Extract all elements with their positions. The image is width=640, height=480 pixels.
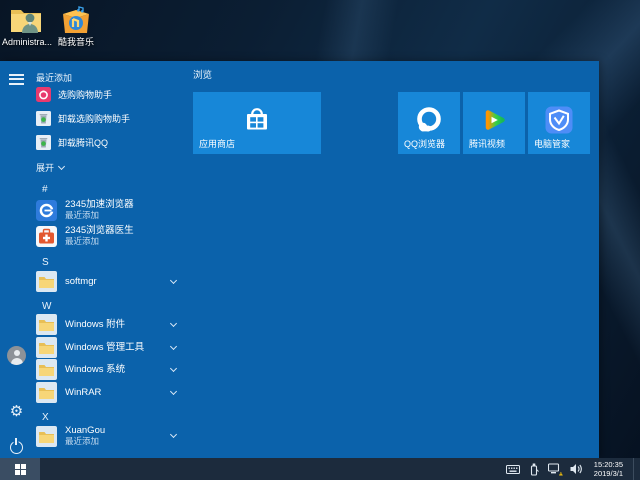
- settings-button[interactable]: ⚙: [6, 401, 27, 422]
- uninstall-trash-icon: [36, 110, 51, 126]
- folder-icon: [36, 314, 57, 335]
- shopping-bag-icon: [36, 86, 51, 102]
- chevron-down-icon[interactable]: [169, 342, 178, 350]
- usb-device-icon[interactable]: [527, 461, 542, 477]
- desktop-icon-label: 酷我音乐: [57, 37, 94, 47]
- tencent-video-icon: [485, 110, 505, 130]
- avatar-icon: [7, 346, 26, 365]
- first-aid-kit-icon: [36, 225, 57, 247]
- show-desktop-button[interactable]: [633, 458, 638, 480]
- tile-group-header: 浏览: [193, 70, 213, 81]
- clock-date: 2019/3/1: [593, 469, 623, 478]
- user-folder-icon: [11, 10, 41, 33]
- folder-icon: [36, 382, 57, 403]
- start-button[interactable]: [0, 458, 40, 480]
- desktop-icon-administrator[interactable]: Administra...: [2, 5, 53, 47]
- folder-icon: [36, 425, 57, 447]
- kuwo-music-icon: [63, 6, 89, 33]
- chevron-down-icon[interactable]: [169, 319, 178, 327]
- system-tray: 15:20:35 2019/3/1: [506, 458, 640, 480]
- folder-icon: [36, 337, 57, 358]
- tile-app-store[interactable]: 应用商店: [193, 92, 321, 154]
- recent-item-label: 选购购物助手: [58, 89, 113, 100]
- recent-item-uninstall-qq[interactable]: 卸载腾讯QQ: [36, 134, 186, 150]
- uninstall-trash-icon: [36, 134, 51, 150]
- desktop-icon-label: Administra...: [2, 37, 53, 47]
- section-letter[interactable]: #: [42, 184, 48, 195]
- recent-item-label: 卸载腾讯QQ: [58, 137, 109, 148]
- chevron-down-icon[interactable]: [169, 276, 178, 284]
- tile-pc-manager[interactable]: 电脑管家: [528, 92, 590, 154]
- chevron-down-icon[interactable]: [169, 387, 178, 395]
- hamburger-menu-icon[interactable]: [9, 74, 24, 85]
- volume-icon[interactable]: [569, 461, 584, 477]
- app-item-winrar[interactable]: WinRAR: [36, 382, 186, 403]
- app-item-windows-admin-tools[interactable]: Windows 管理工具: [36, 337, 186, 358]
- app-item-windows-system[interactable]: Windows 系统: [36, 359, 186, 380]
- start-menu-rail: ⚙: [0, 61, 33, 458]
- app-item-softmgr[interactable]: softmgr: [36, 271, 186, 292]
- pc-manager-shield-icon: [545, 106, 573, 134]
- store-icon: [247, 108, 267, 130]
- app-item-windows-accessories[interactable]: Windows 附件: [36, 314, 186, 335]
- user-account-button[interactable]: [6, 345, 27, 366]
- app-item-2345-doctor[interactable]: 2345浏览器医生 最近添加: [36, 225, 186, 247]
- recent-item-uninstall-shopping[interactable]: 卸载选购购物助手: [36, 110, 186, 126]
- folder-icon: [36, 271, 57, 292]
- clock-time: 15:20:35: [593, 460, 623, 469]
- gear-icon: ⚙: [9, 403, 24, 420]
- app-item-2345-browser[interactable]: 2345加速浏览器 最近添加: [36, 199, 186, 221]
- section-letter[interactable]: X: [42, 412, 49, 423]
- power-icon: [10, 438, 23, 454]
- tile-tencent-video[interactable]: 腾讯视频: [463, 92, 525, 154]
- touch-keyboard-icon[interactable]: [506, 461, 521, 477]
- recent-item-shopping-assistant[interactable]: 选购购物助手: [36, 86, 186, 102]
- app-list: 最近添加 选购购物助手 卸载选购购物助手 卸载腾讯QQ 展开 # 2345加速浏…: [33, 61, 189, 458]
- windows-logo-icon: [14, 463, 26, 475]
- taskbar: 15:20:35 2019/3/1: [0, 458, 640, 480]
- desktop-icon-kuwo-music[interactable]: 酷我音乐: [52, 5, 100, 47]
- app-item-xuangou[interactable]: XuanGou 最近添加: [36, 425, 186, 447]
- qq-browser-icon: [417, 107, 441, 132]
- taskbar-clock[interactable]: 15:20:35 2019/3/1: [590, 460, 627, 478]
- 2345-browser-icon: [36, 199, 57, 221]
- chevron-down-icon[interactable]: [169, 364, 178, 372]
- recent-item-label: 卸载选购购物助手: [58, 113, 131, 124]
- tile-qq-browser[interactable]: QQ浏览器: [398, 92, 460, 154]
- folder-icon: [36, 359, 57, 380]
- section-letter[interactable]: W: [42, 301, 51, 312]
- chevron-down-icon: [57, 162, 66, 170]
- chevron-down-icon[interactable]: [169, 430, 178, 439]
- power-button[interactable]: [6, 437, 27, 458]
- section-letter[interactable]: S: [42, 257, 49, 268]
- start-menu: ⚙ 最近添加 选购购物助手 卸载选购购物助手 卸载腾讯QQ 展开 # 2345加…: [0, 61, 599, 458]
- expand-button[interactable]: 展开: [36, 161, 66, 174]
- network-warning-icon[interactable]: [547, 461, 563, 477]
- recently-added-header: 最近添加: [36, 73, 73, 83]
